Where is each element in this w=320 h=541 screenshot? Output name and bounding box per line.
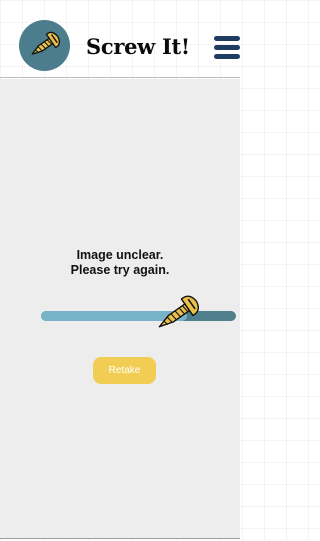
menu-bar xyxy=(214,36,240,41)
hamburger-menu-icon[interactable] xyxy=(212,35,240,61)
menu-bar xyxy=(214,45,240,50)
status-line-2: Please try again. xyxy=(70,263,170,277)
app-logo[interactable] xyxy=(19,20,70,71)
bottom-divider xyxy=(0,538,240,539)
retake-button[interactable]: Retake xyxy=(93,357,156,384)
app-header: Screw It! xyxy=(0,0,240,78)
screw-icon[interactable] xyxy=(151,292,207,334)
menu-bar xyxy=(214,54,240,59)
status-message: Image unclear. Please try again. xyxy=(0,248,240,278)
status-line-1: Image unclear. xyxy=(76,248,164,262)
screw-icon xyxy=(31,31,61,55)
app-title: Screw It! xyxy=(86,34,190,59)
